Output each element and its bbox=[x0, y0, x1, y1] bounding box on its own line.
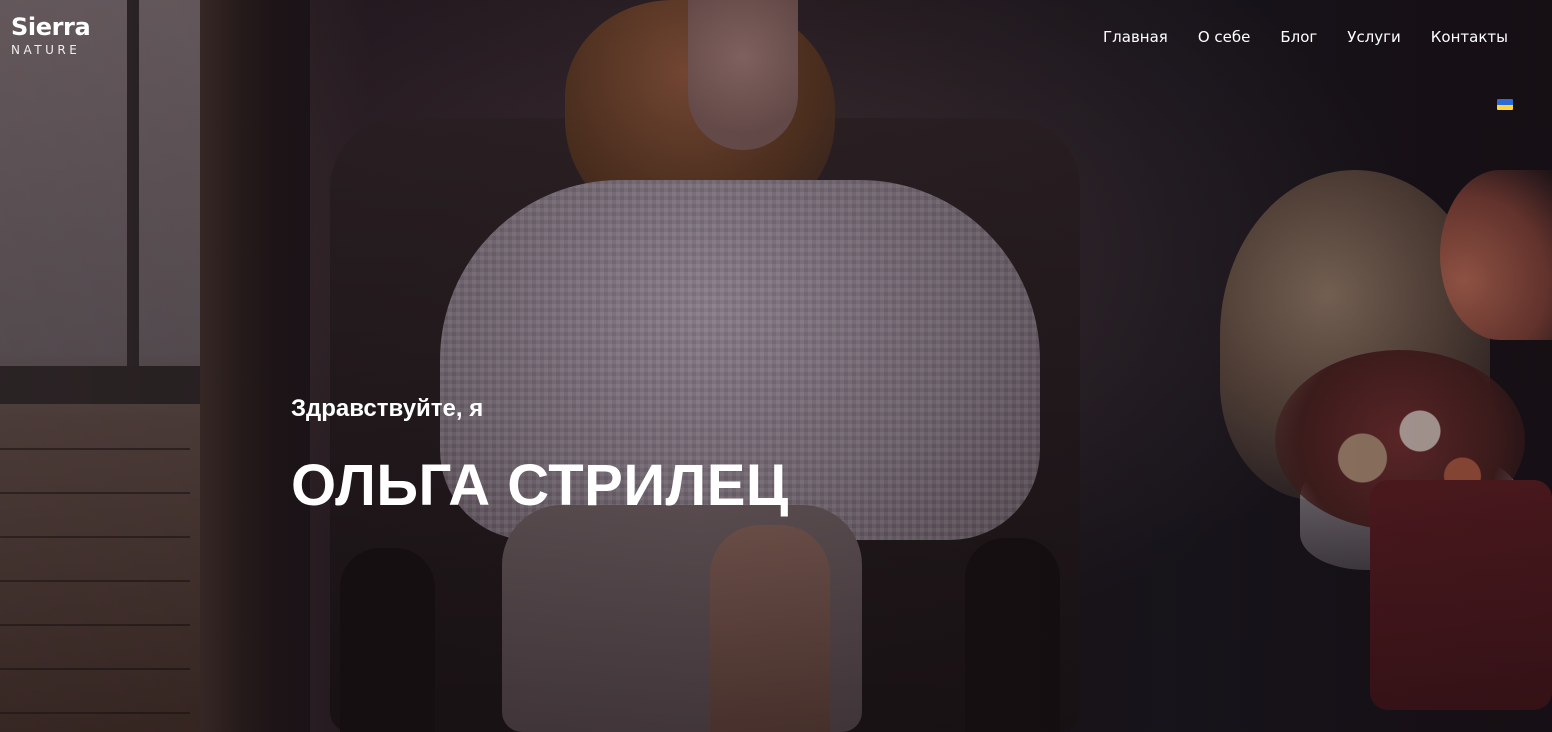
hero-name: ОЛЬГА СТРИЛЕЦ bbox=[291, 453, 789, 518]
brick-line bbox=[0, 448, 190, 450]
window-sill bbox=[0, 366, 215, 404]
brick-line bbox=[0, 536, 190, 538]
bouquet-decoration bbox=[1205, 150, 1552, 732]
flag-bottom-stripe bbox=[1497, 104, 1513, 110]
brick-line bbox=[0, 712, 190, 714]
flower-box bbox=[1370, 480, 1552, 710]
nav-services[interactable]: Услуги bbox=[1347, 27, 1400, 47]
palm-fan bbox=[1440, 170, 1552, 340]
nav-contacts[interactable]: Контакты bbox=[1431, 27, 1508, 47]
ukraine-flag-icon[interactable] bbox=[1497, 99, 1513, 110]
brick-line bbox=[0, 624, 190, 626]
logo-secondary-text: NATURE bbox=[11, 43, 81, 57]
hero-copy: Здравствуйте, я ОЛЬГА СТРИЛЕЦ bbox=[291, 394, 789, 518]
nav-home[interactable]: Главная bbox=[1103, 27, 1168, 47]
brick-line bbox=[0, 668, 190, 670]
main-navigation: Главная О себе Блог Услуги Контакты bbox=[1103, 27, 1508, 47]
hero-section: Sierra NATURE Главная О себе Блог Услуги… bbox=[0, 0, 1552, 732]
brick-line bbox=[0, 492, 190, 494]
nav-about[interactable]: О себе bbox=[1198, 27, 1251, 47]
hero-greeting: Здравствуйте, я bbox=[291, 395, 484, 422]
brick-line bbox=[0, 580, 190, 582]
logo-primary-text: Sierra bbox=[11, 13, 91, 41]
nav-blog[interactable]: Блог bbox=[1280, 27, 1317, 47]
portrait-legs bbox=[710, 525, 830, 732]
site-header: Sierra NATURE Главная О себе Блог Услуги… bbox=[0, 0, 1552, 115]
site-logo[interactable]: Sierra NATURE bbox=[11, 15, 121, 61]
